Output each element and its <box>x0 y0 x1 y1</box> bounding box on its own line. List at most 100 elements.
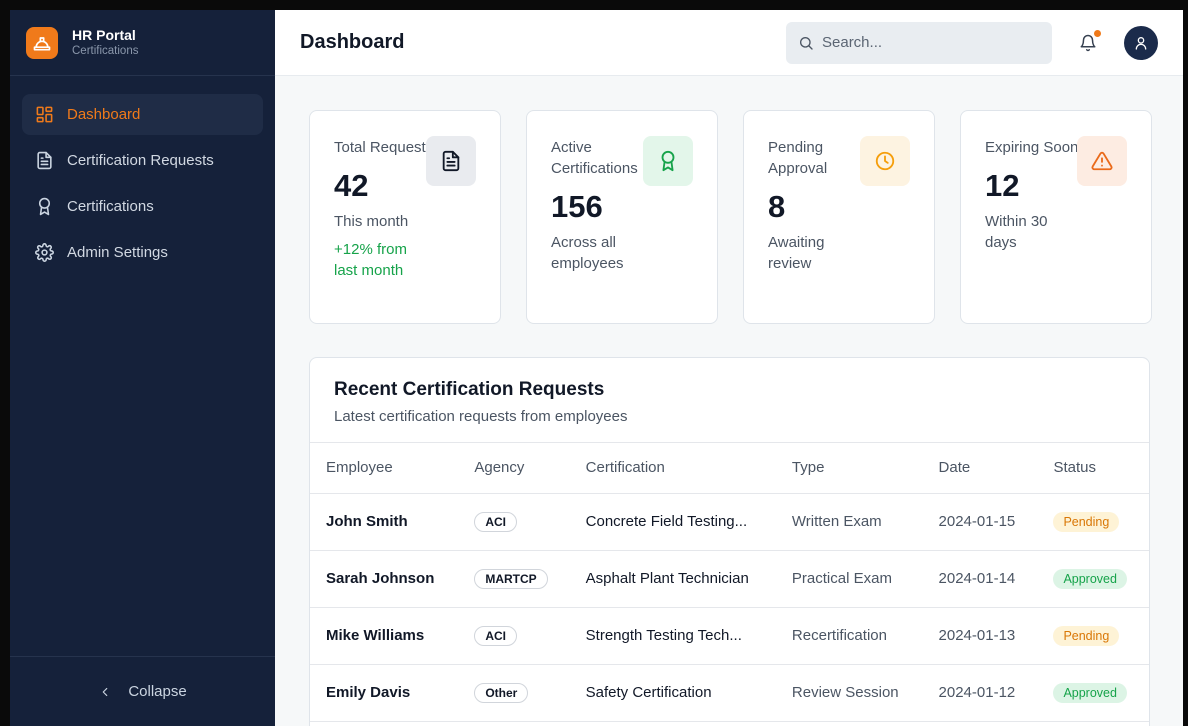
clock-icon <box>860 136 910 186</box>
table-row[interactable]: Mike Williams ACI Strength Testing Tech.… <box>310 607 1149 665</box>
recent-requests-header: Recent Certification Requests Latest cer… <box>310 358 1149 443</box>
stat-card-pending-approval: Pending Approval 8 Awaiting review <box>743 110 935 324</box>
page-title: Dashboard <box>300 31 405 53</box>
sidebar-item-label: Dashboard <box>67 106 141 123</box>
brand-title: HR Portal <box>72 26 136 43</box>
brand[interactable]: HR Portal Certifications <box>10 10 275 76</box>
document-icon <box>37 151 52 170</box>
stat-value: 156 <box>551 189 603 224</box>
column-header-employee[interactable]: Employee <box>310 443 459 494</box>
recent-requests-card: Recent Certification Requests Latest cer… <box>309 357 1150 726</box>
user-avatar[interactable] <box>1124 25 1158 60</box>
agency-badge: Other <box>474 682 529 703</box>
agency-badge: MARTCP <box>474 568 548 589</box>
award-icon <box>38 197 51 216</box>
cell-type: Written Exam <box>775 493 923 551</box>
status-badge: Approved <box>1053 568 1127 589</box>
brand-subtitle: Certifications <box>72 44 139 57</box>
agency-badge: ACI <box>474 511 518 532</box>
award-icon <box>643 136 693 186</box>
stat-sub: Within 30 days <box>985 213 1048 251</box>
stat-card-expiring-soon: Expiring Soon 12 Within 30 days <box>960 110 1152 324</box>
cell-employee: Mike Williams <box>310 607 459 665</box>
sidebar-item-certifications[interactable]: Certifications <box>22 186 263 227</box>
sidebar-item-certification-requests[interactable]: Certification Requests <box>22 140 263 181</box>
cell-certification: Concrete Field Testing... <box>569 493 776 551</box>
column-header-agency[interactable]: Agency <box>458 443 570 494</box>
cell-employee: Emily Davis <box>310 664 459 722</box>
cell-agency: ACI <box>458 493 570 551</box>
stat-sub: Awaiting review <box>768 234 825 272</box>
notifications-button[interactable] <box>1074 29 1102 57</box>
notification-dot <box>1094 29 1101 37</box>
cell-certification: Asphalt Plant Technician <box>569 550 776 608</box>
table-row[interactable]: John Smith ACI Concrete Field Testing...… <box>310 493 1149 551</box>
cell-employee: John Smith <box>310 493 459 551</box>
cell-employee: Sarah Johnson <box>310 550 459 608</box>
stat-trend: +12% from last month <box>334 241 407 279</box>
table-row[interactable]: Sarah Johnson MARTCP Asphalt Plant Techn… <box>310 550 1149 608</box>
column-header-certification[interactable]: Certification <box>569 443 776 494</box>
stat-card-total-requests: Total Requests 42 This month +12% from l… <box>309 110 501 324</box>
sidebar-item-label: Certification Requests <box>67 152 214 169</box>
dashboard-icon <box>36 106 53 123</box>
status-badge: Pending <box>1053 511 1120 532</box>
stat-label: Total Requests <box>334 139 434 156</box>
topbar: Dashboard <box>275 10 1183 76</box>
cell-status: Pending <box>1037 493 1149 551</box>
table-title: Recent Certification Requests <box>334 379 605 400</box>
sidebar: HR Portal Certifications Dashboard Certi… <box>10 10 275 726</box>
app-window: HR Portal Certifications Dashboard Certi… <box>10 10 1183 726</box>
stat-label: Expiring Soon <box>985 139 1079 156</box>
collapse-label: Collapse <box>128 683 187 700</box>
cell-agency: Other <box>458 664 570 722</box>
cell-certification: Safety Certification <box>569 664 776 722</box>
sidebar-item-label: Certifications <box>67 198 154 215</box>
warning-icon <box>1077 136 1127 186</box>
agency-badge: ACI <box>474 625 518 646</box>
cell-certification: Strength Testing Tech... <box>569 607 776 665</box>
cell-date: 2024-01-13 <box>922 607 1038 665</box>
gear-icon <box>35 243 54 262</box>
status-badge: Pending <box>1053 625 1120 646</box>
sidebar-item-admin-settings[interactable]: Admin Settings <box>22 232 263 273</box>
cell-type: Review Session <box>775 664 923 722</box>
cell-date: 2024-01-12 <box>922 664 1038 722</box>
hard-hat-icon <box>26 26 58 59</box>
main-area: Dashboard Total Requests 42 <box>275 10 1183 726</box>
stat-card-active-certifications: Active Certifications 156 Across all emp… <box>526 110 718 324</box>
requests-table: Employee Agency Certification Type Date … <box>310 443 1149 722</box>
stat-label: Pending Approval <box>768 139 828 177</box>
stat-sub: This month <box>334 213 409 230</box>
column-header-type[interactable]: Type <box>775 443 923 494</box>
cell-agency: ACI <box>458 607 570 665</box>
document-icon <box>426 136 476 186</box>
sidebar-item-dashboard[interactable]: Dashboard <box>22 94 263 135</box>
sidebar-nav: Dashboard Certification Requests Certifi… <box>10 76 275 656</box>
stats-row: Total Requests 42 This month +12% from l… <box>309 110 1159 324</box>
user-icon <box>1135 36 1147 50</box>
stat-label: Active Certifications <box>551 139 638 177</box>
cell-type: Practical Exam <box>775 550 923 608</box>
cell-status: Pending <box>1037 607 1149 665</box>
cell-date: 2024-01-14 <box>922 550 1038 608</box>
search-icon <box>800 36 813 50</box>
cell-status: Approved <box>1037 664 1149 722</box>
stat-sub: Across all employees <box>551 234 624 272</box>
cell-status: Approved <box>1037 550 1149 608</box>
table-subtitle: Latest certification requests from emplo… <box>334 408 628 425</box>
status-badge: Approved <box>1053 682 1127 703</box>
search-input[interactable] <box>822 34 1040 51</box>
collapse-button[interactable]: Collapse <box>10 656 275 726</box>
column-header-date[interactable]: Date <box>922 443 1038 494</box>
table-header-row: Employee Agency Certification Type Date … <box>310 443 1149 494</box>
dashboard-content: Total Requests 42 This month +12% from l… <box>275 76 1183 726</box>
sidebar-item-label: Admin Settings <box>67 244 168 261</box>
cell-date: 2024-01-15 <box>922 493 1038 551</box>
stat-value: 8 <box>768 189 786 224</box>
table-row[interactable]: Emily Davis Other Safety Certification R… <box>310 664 1149 722</box>
brand-text: HR Portal Certifications <box>72 27 138 59</box>
cell-type: Recertification <box>775 607 923 665</box>
column-header-status[interactable]: Status <box>1037 443 1149 494</box>
search-box[interactable] <box>786 21 1052 64</box>
